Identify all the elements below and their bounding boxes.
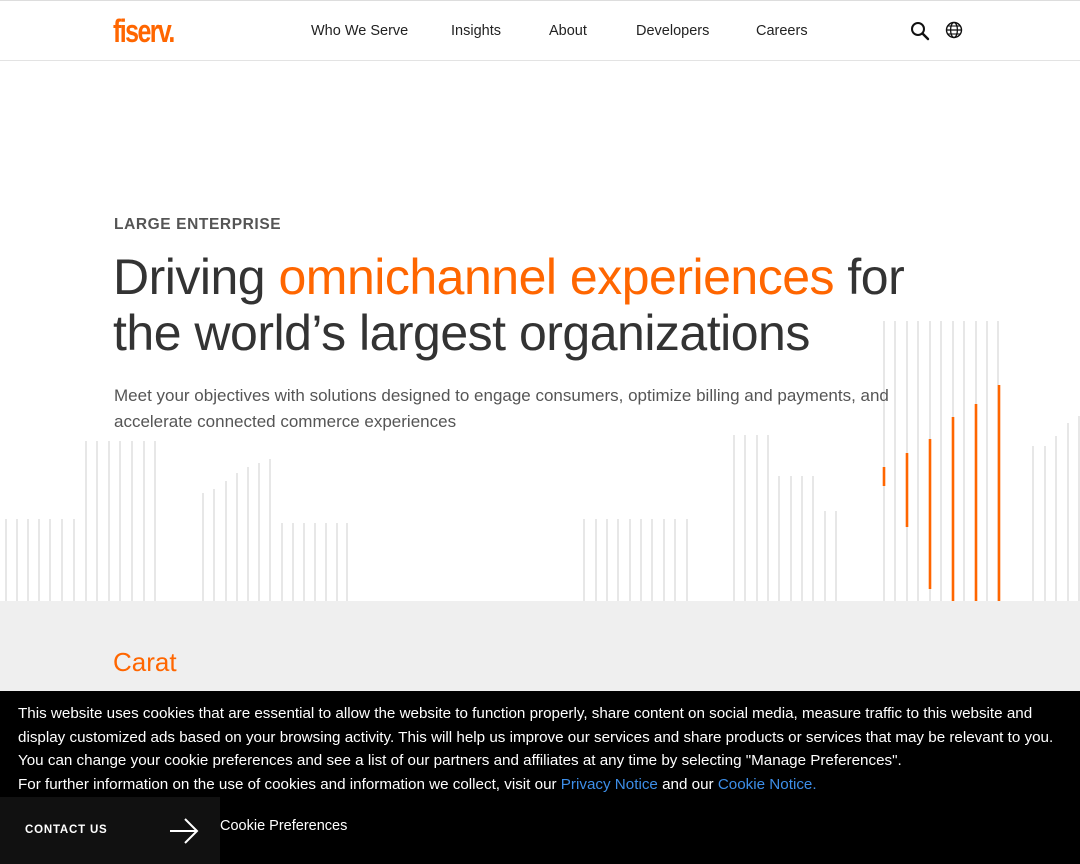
headline-part1: Driving <box>113 249 279 305</box>
hero-eyebrow: LARGE ENTERPRISE <box>114 216 282 233</box>
cookie-preferences-button[interactable]: Cookie Preferences <box>220 818 347 834</box>
cookie-text-mid: and our <box>657 775 718 793</box>
cookie-text-main: This website uses cookies that are essen… <box>18 705 1054 769</box>
nav-careers[interactable]: Careers <box>756 23 808 39</box>
hero-headline: Driving omnichannel experiences for the … <box>113 249 953 361</box>
cookie-text-prefix: For further information on the use of co… <box>18 775 561 793</box>
cookie-notice-link[interactable]: Cookie Notice. <box>718 776 817 793</box>
hero-subtext: Meet your objectives with solutions desi… <box>114 386 889 431</box>
site-header: fiserv. Who We Serve Insights About Deve… <box>0 0 1080 61</box>
contact-us-button[interactable]: CONTACT US <box>0 797 220 864</box>
cookie-text: This website uses cookies that are essen… <box>18 702 1068 796</box>
nav-developers[interactable]: Developers <box>636 23 709 39</box>
section-title: Carat <box>113 647 177 677</box>
globe-icon[interactable] <box>944 20 966 42</box>
contact-us-label: CONTACT US <box>25 824 108 836</box>
privacy-notice-link[interactable]: Privacy Notice <box>561 776 658 793</box>
nav-insights[interactable]: Insights <box>451 23 501 39</box>
fiserv-logo[interactable]: fiserv. <box>113 13 175 50</box>
nav-who-we-serve[interactable]: Who We Serve <box>311 23 408 39</box>
arrow-right-icon <box>170 818 199 844</box>
search-icon[interactable] <box>909 20 931 42</box>
nav-about[interactable]: About <box>549 23 587 39</box>
headline-accent: omnichannel experiences <box>278 249 835 305</box>
hero-section: LARGE ENTERPRISE Driving omnichannel exp… <box>0 61 1080 601</box>
